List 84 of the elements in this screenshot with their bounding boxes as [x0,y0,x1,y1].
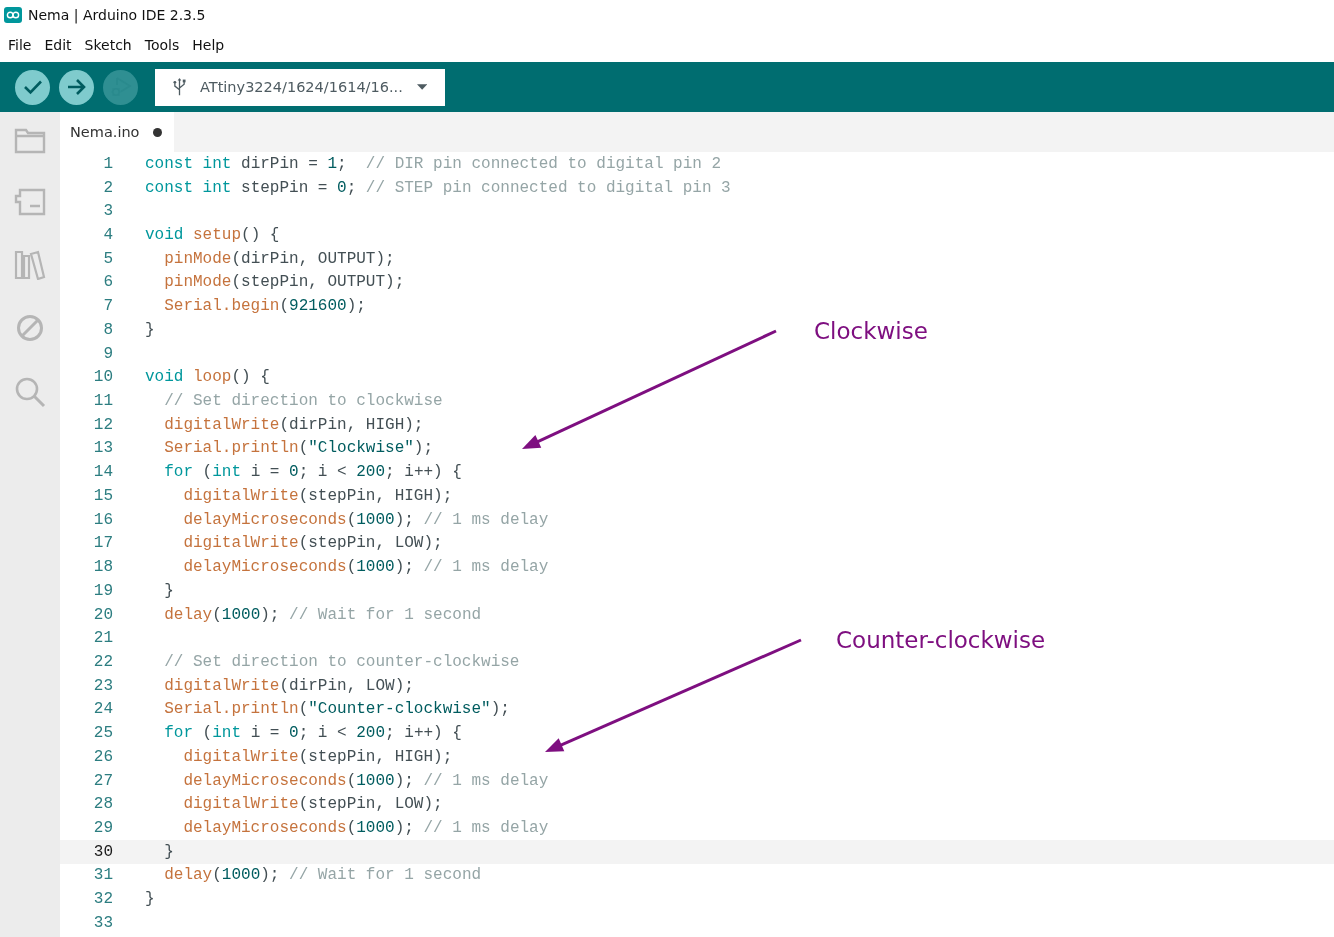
code-line: // Set direction to counter-clockwise [163,652,520,671]
code-line: void setup() { [145,226,280,244]
line-number: 23 [92,676,113,695]
line-number: 10 [92,368,113,387]
line-number: 19 [92,581,113,600]
window-title: Nema | Arduino IDE 2.3.5 [28,7,206,23]
code-line: pinMode(dirPin, OUTPUT); [163,249,395,268]
code-line: } [163,842,174,861]
line-number: 16 [92,510,113,529]
line-number: 27 [92,771,113,790]
verify-button[interactable] [15,69,50,105]
line-number: 4 [102,226,113,244]
code-line: const int stepPin = 0; // STEP pin connected to digital pin 3 [145,178,731,197]
annotation-label: Clockwise [814,318,928,344]
line-number: 20 [92,605,113,624]
code-line: digitalWrite(stepPin, LOW); [182,795,443,814]
line-number: 15 [92,486,113,505]
code-line: delayMicroseconds(1000); // 1 ms delay [182,771,549,790]
line-number: 8 [102,320,113,339]
menu-item[interactable]: File [8,37,32,53]
code-line: delayMicroseconds(1000); // 1 ms delay [182,819,549,837]
usb-icon [173,77,186,97]
menu-item[interactable]: Sketch [84,37,132,53]
checkmark-icon [22,79,43,95]
code-line: for (int i = 0; i < 200; i++) { [163,463,462,482]
code-line: // Set direction to clockwise [163,392,443,411]
code-line: pinMode(stepPin, OUTPUT); [163,273,405,292]
app-logo-icon [4,7,22,23]
code-line: delayMicroseconds(1000); // 1 ms delay [182,558,549,577]
line-number: 29 [92,819,113,837]
line-number: 18 [92,558,113,577]
caret-down-icon [416,84,427,90]
line-number: 30 [92,842,113,861]
menu-item[interactable]: Help [192,37,225,53]
code-line: Serial.begin(921600); [163,297,366,316]
code-line: const int dirPin = 1; // DIR pin connected to digital pin 2 [145,154,722,173]
line-number: 2 [102,178,113,197]
line-number: 17 [92,534,113,553]
code-line: Serial.println("Clockwise"); [163,439,434,458]
line-number: 31 [92,866,113,885]
code-line: } [145,320,155,339]
line-number: 28 [92,795,113,814]
line-number: 11 [92,392,113,411]
annotation-label: Counter-clockwise [836,627,1046,653]
line-number: 24 [92,700,113,719]
upload-button[interactable] [59,69,94,105]
line-number: 21 [92,629,113,648]
code-line: void loop() { [145,368,270,387]
line-number: 5 [102,249,113,268]
code-line: delay(1000); // Wait for 1 second [163,605,482,624]
line-number: 14 [92,463,113,482]
code-line: delayMicroseconds(1000); // 1 ms delay [182,510,549,529]
code-line: } [145,890,155,909]
menu-item[interactable]: Tools [144,37,180,53]
line-number: 25 [92,724,113,743]
code-line: } [163,581,174,600]
line-number: 32 [92,890,113,909]
code-line: delay(1000); // Wait for 1 second [163,866,482,885]
line-number: 12 [92,415,113,434]
line-number: 9 [102,344,113,363]
line-number: 22 [92,652,113,671]
line-number: 7 [102,297,113,316]
code-line: digitalWrite(stepPin, HIGH); [182,747,453,766]
board-selector[interactable]: ATtiny3224/1624/1614/16... [155,68,445,106]
code-line: digitalWrite(stepPin, HIGH); [182,486,453,505]
line-number: 6 [102,273,113,292]
code-line: Serial.println("Counter-clockwise"); [163,700,510,719]
line-number: 3 [102,202,113,221]
code-line: for (int i = 0; i < 200; i++) { [163,724,462,743]
library-icon[interactable] [14,250,46,280]
no-entry-icon[interactable] [16,314,44,342]
folder-icon[interactable] [14,128,46,154]
code-line: digitalWrite(stepPin, LOW); [182,534,443,553]
line-number: 13 [92,439,113,458]
line-number: 1 [102,154,113,173]
code-line: digitalWrite(dirPin, HIGH); [163,415,424,434]
line-number: 33 [92,913,113,932]
arrow-right-icon [66,78,87,96]
file-tab[interactable]: Nema.ino [60,112,174,152]
search-icon[interactable] [14,376,46,408]
code-line: digitalWrite(dirPin, LOW); [163,676,414,695]
line-number: 26 [92,747,113,766]
menu-item[interactable]: Edit [44,37,72,53]
board-icon[interactable] [14,188,46,216]
